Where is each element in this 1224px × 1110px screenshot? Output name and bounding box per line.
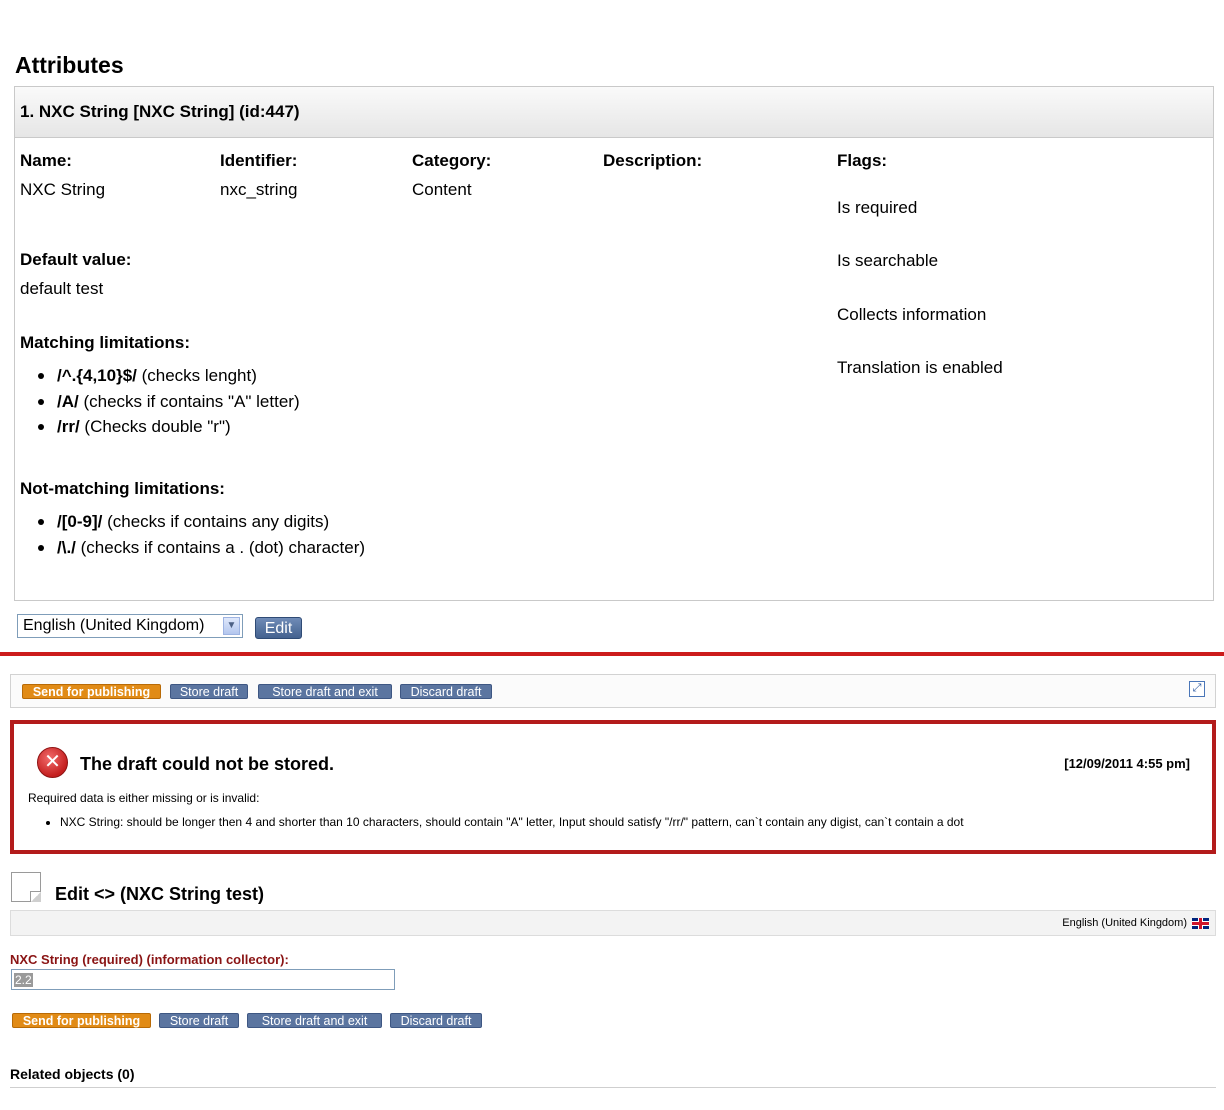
attribute-panel-header: 1. NXC String [NXC String] (id:447): [15, 87, 1213, 138]
list-item: /\./ (checks if contains a . (dot) chara…: [15, 535, 365, 561]
language-label: English (United Kingdom): [1062, 917, 1187, 929]
regex-pattern: /A/: [57, 391, 79, 411]
nxc-string-input-value: 2.2: [14, 973, 33, 987]
flag-item: Collects information: [837, 305, 987, 324]
description-label: Description:: [603, 151, 703, 170]
list-item: NXC String: should be longer then 4 and …: [28, 815, 964, 829]
store-draft-button[interactable]: Store draft: [159, 1013, 239, 1028]
send-for-publishing-button[interactable]: Send for publishing: [12, 1013, 151, 1028]
list-item: /[0-9]/ (checks if contains any digits): [15, 509, 365, 535]
regex-pattern: /^.{4,10}$/: [57, 366, 137, 385]
error-timestamp: [12/09/2011 4:55 pm]: [1064, 756, 1190, 771]
section-divider: [0, 652, 1224, 656]
top-toolbar: Send for publishing Store draft Store dr…: [10, 674, 1216, 708]
nxc-string-input[interactable]: 2.2: [11, 969, 395, 990]
related-objects-divider: [10, 1087, 1216, 1088]
category-value: Content: [412, 180, 472, 199]
attributes-heading: Attributes: [15, 52, 124, 78]
store-draft-and-exit-button[interactable]: Store draft and exit: [247, 1013, 382, 1028]
name-label: Name:: [20, 151, 72, 170]
default-value-label: Default value:: [20, 250, 132, 269]
error-list: NXC String: should be longer then 4 and …: [28, 815, 964, 829]
discard-draft-button[interactable]: Discard draft: [400, 684, 492, 699]
default-value: default test: [20, 279, 104, 298]
flag-item: Translation is enabled: [837, 358, 1003, 377]
not-matching-limitations-list: /[0-9]/ (checks if contains any digits) …: [15, 509, 365, 560]
document-icon: [11, 872, 41, 902]
regex-note: (checks lenght): [141, 366, 257, 385]
error-description: Required data is either missing or is in…: [28, 791, 260, 805]
regex-note: (checks if contains any digits): [107, 512, 330, 531]
language-bar: English (United Kingdom): [10, 910, 1216, 936]
flag-item: Is searchable: [837, 251, 939, 270]
error-icon: ✕: [37, 747, 68, 778]
edit-title: Edit <> (NXC String test): [55, 884, 265, 904]
error-message-box: ✕ The draft could not be stored. [12/09/…: [10, 720, 1216, 854]
matching-limitations-label: Matching limitations:: [20, 333, 190, 352]
category-label: Category:: [412, 151, 492, 170]
fullscreen-icon[interactable]: ⤢: [1189, 681, 1205, 697]
regex-note: (checks if contains a . (dot) character): [80, 537, 366, 557]
attribute-title: 1. NXC String [NXC String] (id:447): [20, 102, 300, 121]
attribute-panel: 1. NXC String [NXC String] (id:447) Name…: [14, 86, 1214, 601]
regex-pattern: /\./: [57, 537, 76, 557]
matching-limitations-list: /^.{4,10}$/ (checks lenght) /A/ (checks …: [15, 363, 300, 440]
store-draft-and-exit-button[interactable]: Store draft and exit: [258, 684, 392, 699]
list-item: /^.{4,10}$/ (checks lenght): [15, 363, 300, 389]
discard-draft-button[interactable]: Discard draft: [390, 1013, 482, 1028]
flag-item: Is required: [837, 198, 918, 217]
chevron-down-icon[interactable]: ▼: [223, 617, 240, 635]
regex-note: (Checks double "r"): [84, 417, 231, 436]
related-objects-heading: Related objects (0): [10, 1066, 135, 1082]
store-draft-button[interactable]: Store draft: [170, 684, 248, 699]
send-for-publishing-button[interactable]: Send for publishing: [22, 684, 161, 699]
name-value: NXC String: [20, 180, 106, 199]
identifier-label: Identifier:: [220, 151, 298, 170]
uk-flag-icon: [1192, 918, 1209, 929]
language-select[interactable]: English (United Kingdom) ▼: [17, 614, 243, 638]
edit-button[interactable]: Edit: [255, 617, 302, 639]
identifier-value: nxc_string: [220, 180, 298, 199]
error-title: The draft could not be stored.: [80, 754, 335, 774]
regex-note: (checks if contains "A" letter): [83, 391, 300, 411]
regex-pattern: /rr/: [57, 417, 80, 436]
list-item: /A/ (checks if contains "A" letter): [15, 389, 300, 415]
regex-pattern: /[0-9]/: [57, 512, 103, 531]
language-select-value: English (United Kingdom): [23, 617, 205, 634]
nxc-string-field-label: NXC String (required) (information colle…: [10, 952, 289, 967]
not-matching-limitations-label: Not-matching limitations:: [20, 479, 225, 498]
flags-label: Flags:: [837, 151, 888, 170]
list-item: /rr/ (Checks double "r"): [15, 414, 300, 440]
